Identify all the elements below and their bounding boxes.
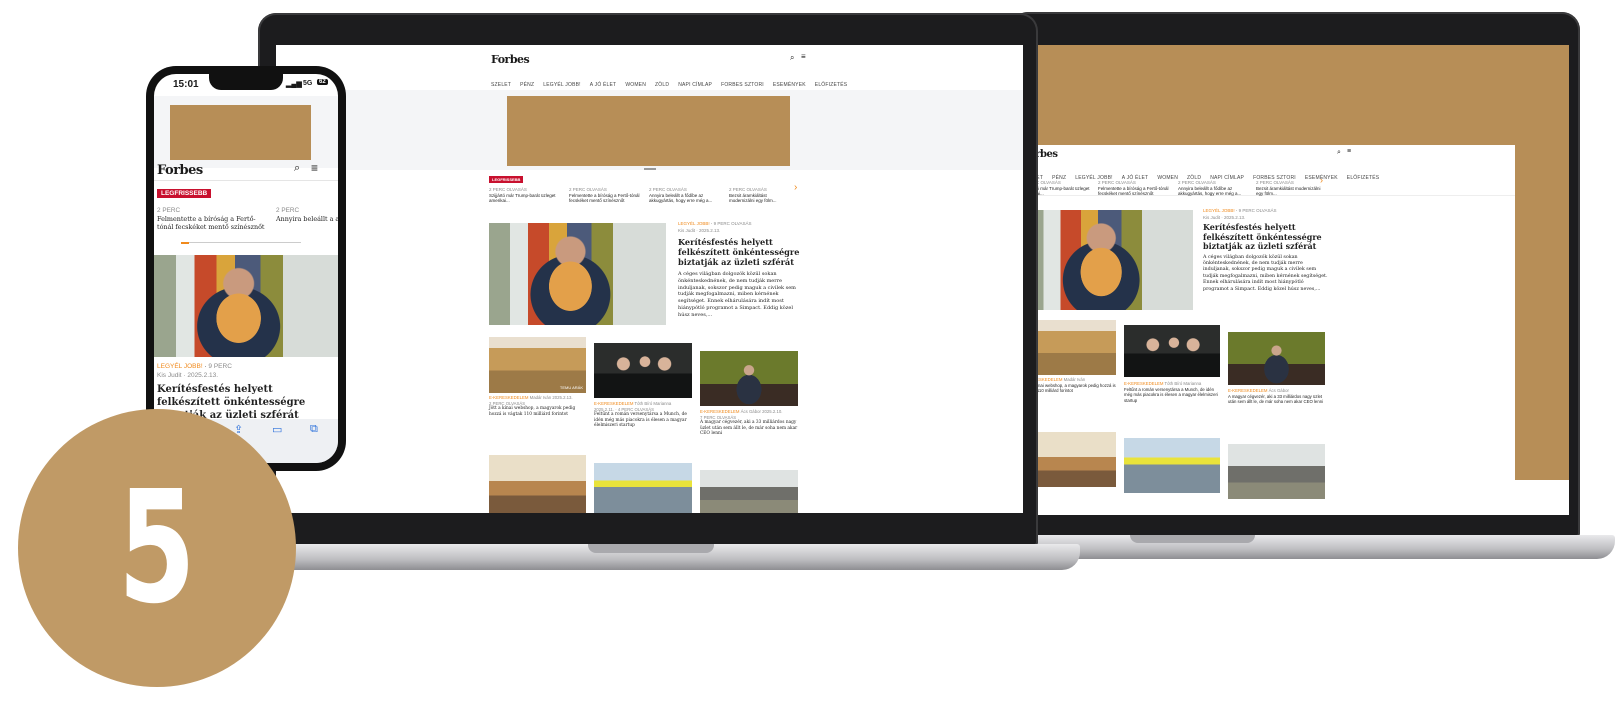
step-number: 5 [118, 457, 196, 638]
nav-item[interactable]: ELŐFIZETÉS [1347, 175, 1380, 181]
ad-banner [1023, 45, 1545, 145]
nav-item[interactable]: A JÓ ÉLET [590, 82, 617, 88]
article-card: E-KERESKEDELEM Ács Gábor 2025.2.10. 7 PE… [700, 409, 798, 437]
lead-title[interactable]: Kerítésfestés helyett felkészített önkén… [678, 237, 806, 267]
article-photo[interactable]: TEMU ARÁK [489, 337, 586, 393]
article-card: E-KERESKEDELEM Tóth Bíró Marianna Feltűnt… [1124, 381, 1218, 403]
article-photo[interactable] [489, 455, 586, 513]
menu-icon[interactable]: ≡ [801, 52, 806, 61]
nav-bar: SZELET PÉNZ LEGYÉL JOBB! A JÓ ÉLET WOMEN ZÖLD… [491, 73, 856, 91]
tabs-icon[interactable]: ⧉ [310, 423, 318, 436]
laptop-right-notch [1130, 535, 1255, 543]
article-photo[interactable] [700, 351, 798, 406]
slider-dots[interactable] [644, 168, 656, 170]
laptop-right-screen: Forbes ⌕ ≡ SZELETPÉNZLEGYÉL JOBB!A JÓ ÉL… [1023, 45, 1569, 515]
chevron-right-icon[interactable]: › [794, 183, 797, 192]
article-photo[interactable] [594, 343, 692, 398]
latest-item[interactable]: 2 PERCAnnyira beleállt a akkugyártás, ho… [276, 207, 338, 223]
lead-photo[interactable] [489, 223, 666, 325]
article-card: E-KERESKEDELEM Ács Gábor A magyar cégvezé… [1228, 388, 1324, 404]
nav-item[interactable]: ZÖLD [655, 82, 669, 88]
lead-photo[interactable] [1023, 210, 1193, 310]
latest-item[interactable]: 2 PERC OLVASÁS Annyira beleállt a fődíbe … [1178, 180, 1250, 197]
latest-tag: LEGFRISSEBB [489, 176, 524, 183]
article-photo[interactable] [1228, 332, 1325, 385]
nav-item[interactable]: FORBES SZTORI [721, 82, 764, 88]
latest-item[interactable]: 2 PERC OLVASÁS Bezsit áramkiáltást modern… [729, 187, 789, 204]
latest-item[interactable]: 2 PERC OLVASÁS Annyira beleállt a fődíbe … [649, 187, 721, 204]
signal-icon: ▂▄▆ [286, 81, 302, 88]
status-time: 15:01 [173, 79, 199, 90]
ad-banner[interactable] [170, 105, 311, 160]
search-icon[interactable]: ⌕ [1337, 149, 1341, 157]
laptop-right-base [990, 535, 1615, 559]
dynamic-island [209, 74, 283, 90]
latest-item[interactable]: 2 PERC Felmentette a bíróság a Fertő-tóná… [157, 207, 269, 231]
nav-item[interactable]: PÉNZ [520, 82, 534, 88]
lead-article: LEGYÉL JOBB! · 9 PERC OLVASÁS Kis Judit … [1203, 208, 1328, 292]
menu-icon[interactable]: ≡ [1347, 148, 1351, 155]
photo-label: TEMU ARÁK [559, 385, 583, 390]
ad-banner[interactable] [507, 96, 790, 166]
article-photo[interactable] [1124, 438, 1220, 493]
latest-tag: LEGFRISSEBB [157, 189, 212, 198]
lead-excerpt: A céges világban dolgozók közül sokan ön… [1203, 254, 1328, 292]
laptop-center-screen: Forbes ⌕ ≡ SZELET PÉNZ LEGYÉL JOBB! A JÓ ÉL… [276, 45, 1023, 513]
ad-sidebar [1515, 45, 1569, 480]
bookmarks-icon[interactable]: ▭ [272, 423, 282, 436]
chevron-right-icon[interactable]: › [1320, 176, 1323, 184]
article-photo[interactable] [700, 470, 798, 513]
nav-item[interactable]: NAPI CÍMLAP [678, 82, 712, 88]
lead-excerpt: A céges világban dolgozók közül sokan ön… [678, 271, 796, 318]
site-header: Forbes ⌕ ≡ SZELET PÉNZ LEGYÉL JOBB! A JÓ ÉL… [276, 45, 1023, 90]
forbes-logo[interactable]: Forbes [491, 53, 530, 66]
article-card: E-KERESKEDELEM Tóth Bíró Marianna 2025.2… [594, 401, 687, 429]
search-icon[interactable]: ⌕ [790, 53, 794, 63]
article-photo[interactable] [1124, 325, 1220, 377]
nav-item[interactable]: WOMEN [625, 82, 646, 88]
lead-article: LEGYÉL JOBB! · 9 PERC OLVASÁS Kis Judit … [678, 221, 806, 319]
network-label: 5G [303, 80, 313, 87]
latest-item[interactable]: 2 PERC OLVASÁSSzijjártó már Trump-barát … [489, 187, 559, 204]
latest-item[interactable]: 2 PERC OLVASÁS Felmentette a bíróság a Fe… [1098, 180, 1170, 197]
scroll-indicator[interactable] [181, 241, 301, 244]
search-icon[interactable]: ⌕ [294, 162, 300, 175]
nav-item[interactable]: LEGYÉL JOBB! [543, 82, 581, 88]
forbes-logo[interactable]: Forbes [157, 163, 203, 178]
article-photo[interactable] [594, 463, 692, 513]
latest-item[interactable]: 2 PERC OLVASÁS Felmentette a bíróság a Fe… [569, 187, 641, 204]
phone-screen: 15:01 ▂▄▆ 5G 62 Forbes ⌕ ≡ LEGFRISSEBB 2… [154, 74, 338, 463]
latest-item[interactable]: 2 PERC OLVASÁS Bezsit áramkiáltást modern… [1256, 180, 1326, 197]
menu-icon[interactable]: ≡ [311, 161, 318, 175]
lead-title[interactable]: Kerítésfestés helyett felkészített önkén… [1203, 222, 1328, 252]
article-card: E-KERESKEDELEM Madár Iván 2025.2.13. 2 P… [489, 395, 576, 417]
nav-item[interactable]: ESEMÉNYEK [773, 82, 806, 88]
nav-item[interactable]: ELŐFIZETÉS [815, 82, 848, 88]
article-photo[interactable] [1228, 444, 1325, 499]
lead-photo[interactable] [154, 255, 338, 357]
divider [154, 180, 338, 181]
status-bar: 15:01 ▂▄▆ 5G 62 [154, 74, 338, 96]
laptop-center-notch [588, 544, 714, 553]
nav-item[interactable]: SZELET [491, 82, 511, 88]
battery-icon: 62 [317, 79, 328, 85]
